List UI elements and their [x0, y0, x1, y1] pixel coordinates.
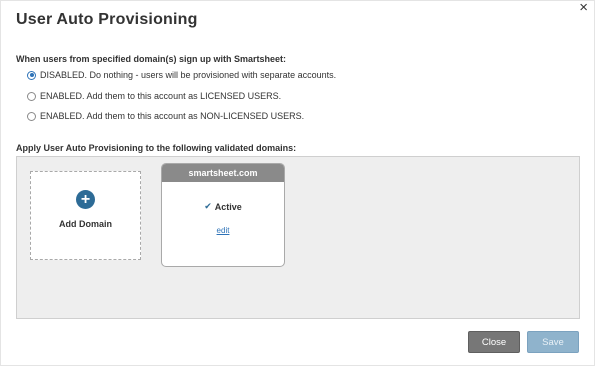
domain-name: smartsheet.com: [162, 164, 284, 182]
radio-option-enabled-licensed[interactable]: ENABLED. Add them to this account as LIC…: [27, 90, 281, 102]
save-button[interactable]: Save: [527, 331, 579, 353]
domain-status: ✔ Active: [162, 201, 284, 212]
checkmark-icon: ✔: [204, 201, 212, 211]
radio-option-enabled-non-licensed[interactable]: ENABLED. Add them to this account as NON…: [27, 110, 304, 122]
radio-button[interactable]: [27, 91, 36, 101]
radio-button[interactable]: [27, 111, 36, 121]
user-auto-provisioning-dialog: User Auto Provisioning × When users from…: [0, 0, 595, 366]
domains-area: + Add Domain smartsheet.com ✔ Active edi…: [16, 156, 580, 319]
close-icon[interactable]: ×: [579, 0, 588, 15]
add-domain-label: Add Domain: [59, 219, 112, 229]
radio-option-label: ENABLED. Add them to this account as LIC…: [40, 91, 282, 101]
domains-section-label: Apply User Auto Provisioning to the foll…: [16, 143, 297, 153]
signup-section-label: When users from specified domain(s) sign…: [16, 54, 287, 64]
domain-status-label: Active: [214, 201, 242, 212]
radio-option-label: ENABLED. Add them to this account as NON…: [40, 111, 305, 121]
radio-button-checked[interactable]: [27, 70, 36, 80]
radio-option-disabled[interactable]: DISABLED. Do nothing - users will be pro…: [27, 69, 336, 81]
radio-option-label: DISABLED. Do nothing - users will be pro…: [40, 70, 337, 80]
edit-domain-link[interactable]: edit: [162, 226, 284, 235]
plus-circle-icon[interactable]: +: [76, 190, 95, 209]
close-button[interactable]: Close: [468, 331, 520, 353]
domain-card: smartsheet.com ✔ Active edit: [161, 163, 285, 267]
dialog-title: User Auto Provisioning: [16, 11, 198, 28]
add-domain-card[interactable]: + Add Domain: [30, 171, 141, 260]
